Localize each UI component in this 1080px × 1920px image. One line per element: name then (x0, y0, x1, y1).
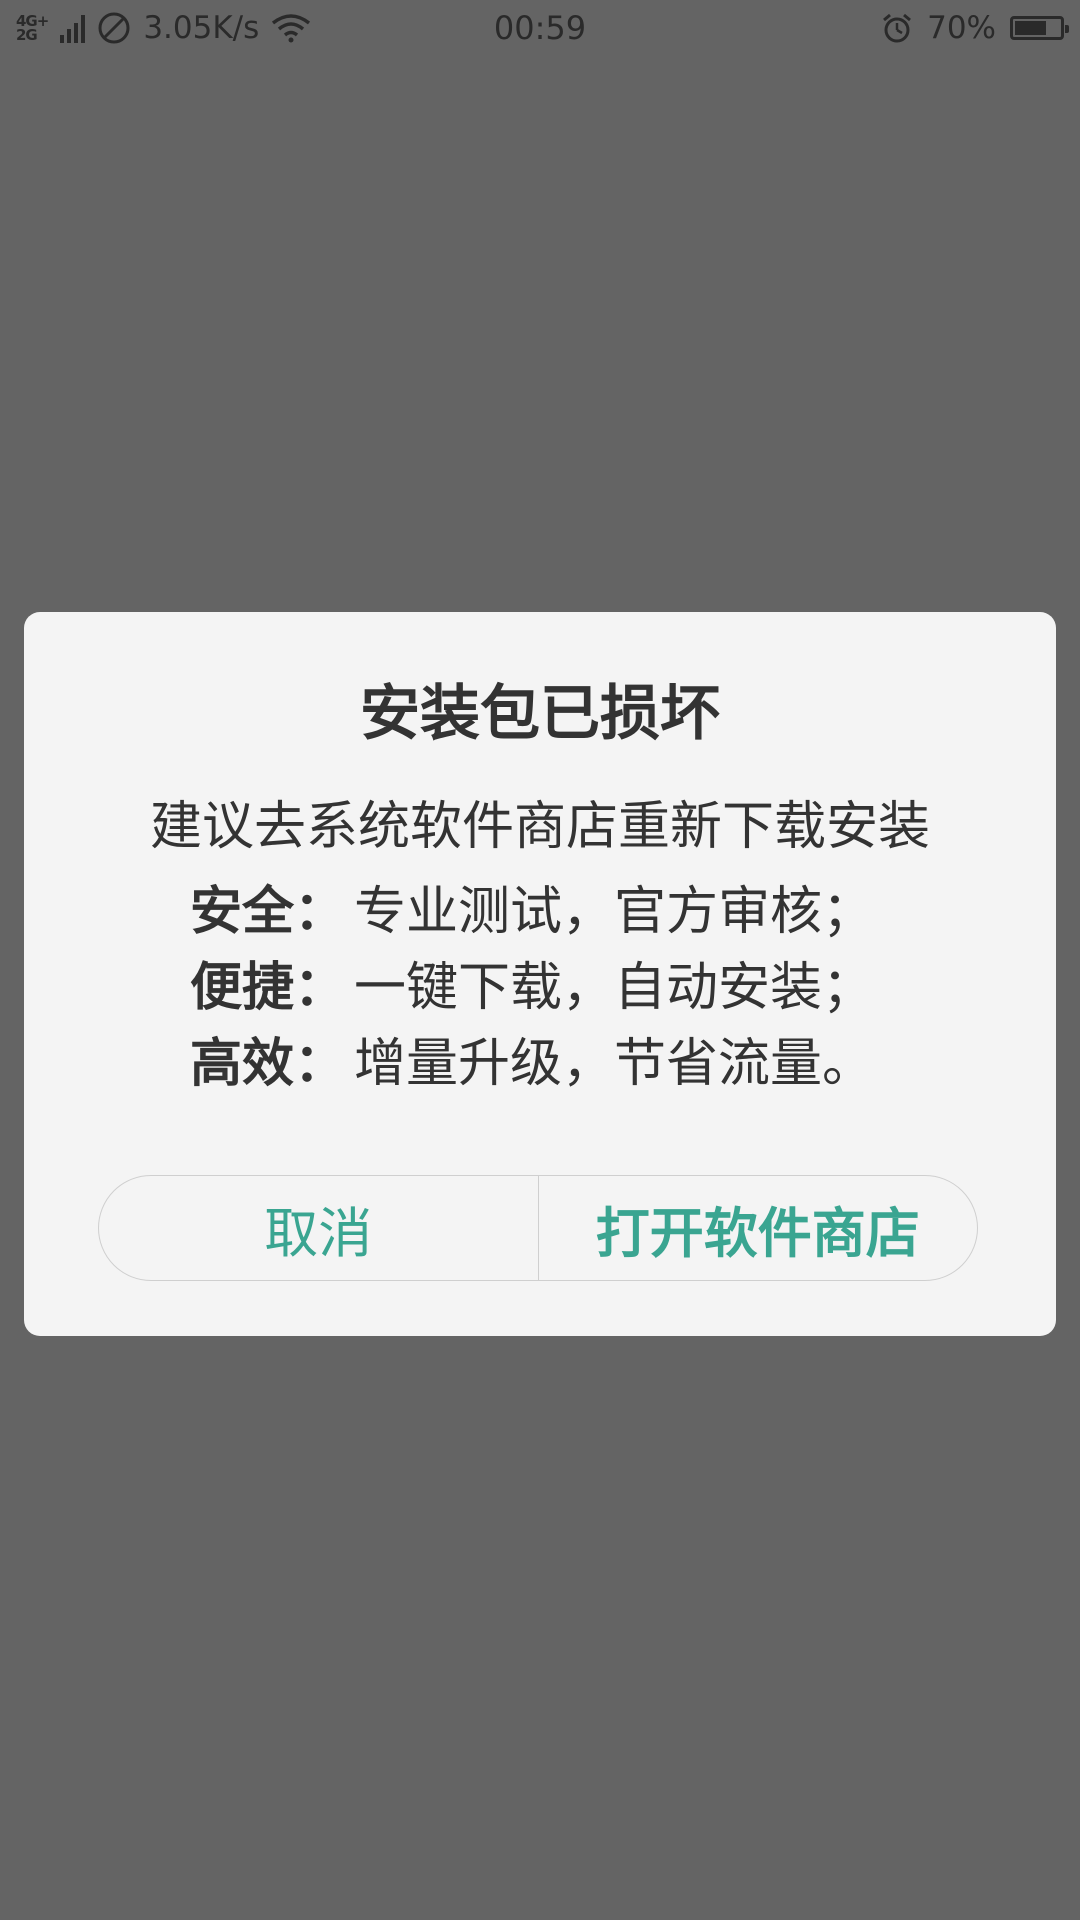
battery-percent: 70% (927, 10, 996, 46)
feature-value: 专业测试，官方审核； (354, 882, 875, 942)
battery-level (1015, 21, 1046, 35)
feature-value: 增量升级，节省流量。 (354, 1034, 875, 1094)
feature-row-convenience: 便捷： 一键下载，自动安装； (190, 950, 950, 1026)
dialog-button-group: 取消 打开软件商店 (98, 1175, 978, 1281)
alarm-icon (883, 13, 912, 43)
dialog-title: 安装包已损坏 (360, 679, 720, 749)
feature-key: 便捷： (190, 958, 347, 1018)
status-bar-right: 70% (881, 8, 1069, 48)
open-app-store-button[interactable]: 打开软件商店 (539, 1176, 978, 1280)
feature-row-security: 安全： 专业测试，官方审核； (190, 874, 950, 950)
screen: 4G+ 2G 3.05K/s 00:59 70% 安装包已损坏 建议去系统软件商… (0, 0, 1080, 1920)
battery-tip (1065, 25, 1069, 33)
battery-icon (1010, 16, 1069, 40)
corrupted-package-dialog: 安装包已损坏 建议去系统软件商店重新下载安装 安全： 专业测试，官方审核； 便捷… (24, 612, 1056, 1336)
feature-key: 安全： (190, 882, 347, 942)
feature-key: 高效： (190, 1034, 347, 1094)
dialog-message: 建议去系统软件商店重新下载安装 (149, 797, 930, 857)
feature-value: 一键下载，自动安装； (354, 958, 875, 1018)
feature-row-efficiency: 高效： 增量升级，节省流量。 (190, 1026, 950, 1102)
status-bar: 4G+ 2G 3.05K/s 00:59 70% (0, 0, 1080, 56)
cancel-button[interactable]: 取消 (99, 1176, 539, 1280)
feature-list: 安全： 专业测试，官方审核； 便捷： 一键下载，自动安装； 高效： 增量升级，节… (190, 874, 950, 1102)
